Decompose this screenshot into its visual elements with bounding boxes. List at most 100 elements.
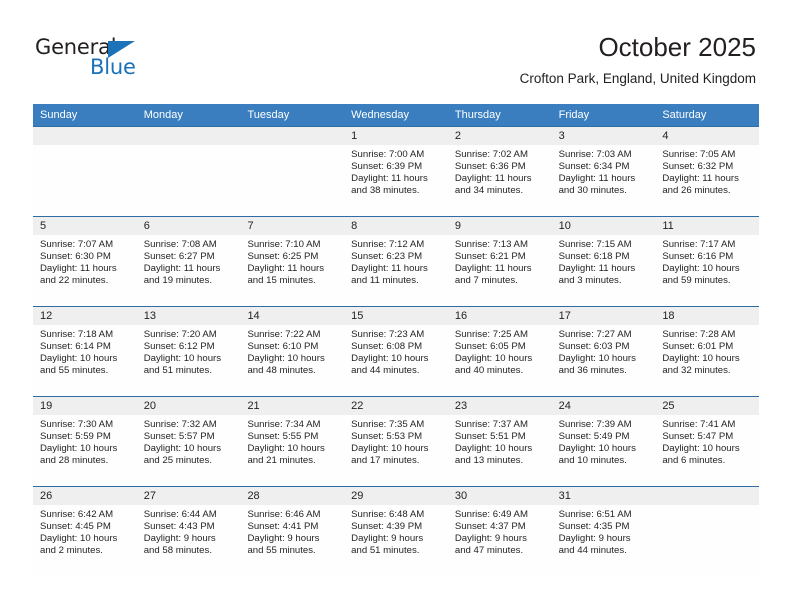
sunrise-text: Sunrise: 7:13 AM xyxy=(454,239,528,250)
sunrise-text: Sunrise: 7:12 AM xyxy=(351,239,425,250)
day-details: Sunrise: 7:18 AM Sunset: 6:14 PM Dayligh… xyxy=(33,325,137,377)
sunset-text: Sunset: 6:39 PM xyxy=(351,160,423,172)
calendar-day-cell[interactable]: 15 Sunrise: 7:23 AM Sunset: 6:08 PM Dayl… xyxy=(344,307,448,396)
daylight-text-line1: Daylight: 10 hours xyxy=(558,442,636,454)
day-number: 14 xyxy=(240,307,345,325)
day-details: Sunrise: 6:46 AM Sunset: 4:41 PM Dayligh… xyxy=(240,505,344,557)
day-details: Sunrise: 7:22 AM Sunset: 6:10 PM Dayligh… xyxy=(240,325,344,377)
calendar-day-cell[interactable]: 30 Sunrise: 6:49 AM Sunset: 4:37 PM Dayl… xyxy=(447,487,552,576)
calendar-day-cell[interactable]: 8 Sunrise: 7:12 AM Sunset: 6:23 PM Dayli… xyxy=(344,217,448,306)
sunset-text: Sunset: 4:43 PM xyxy=(143,520,215,532)
daylight-text-line1: Daylight: 10 hours xyxy=(40,532,118,544)
calendar-day-cell[interactable]: 19 Sunrise: 7:30 AM Sunset: 5:59 PM Dayl… xyxy=(33,397,137,486)
calendar-day-cell[interactable]: 18 Sunrise: 7:28 AM Sunset: 6:01 PM Dayl… xyxy=(655,307,760,396)
sunrise-text: Sunrise: 7:30 AM xyxy=(40,419,114,430)
day-details: Sunrise: 6:44 AM Sunset: 4:43 PM Dayligh… xyxy=(137,505,241,557)
sunrise-text: Sunrise: 7:22 AM xyxy=(247,329,321,340)
daylight-text-line2: and 36 minutes. xyxy=(558,364,627,376)
day-details: Sunrise: 7:17 AM Sunset: 6:16 PM Dayligh… xyxy=(655,235,759,287)
daylight-text-line1: Daylight: 10 hours xyxy=(662,442,740,454)
daylight-text-line1: Daylight: 11 hours xyxy=(662,172,739,184)
general-blue-logo: General Blue xyxy=(35,36,215,84)
weekday-header-thursday: Thursday xyxy=(454,109,501,121)
calendar-day-cell[interactable]: 22 Sunrise: 7:35 AM Sunset: 5:53 PM Dayl… xyxy=(344,397,448,486)
day-number: 9 xyxy=(447,217,552,235)
daylight-text-line2: and 26 minutes. xyxy=(662,184,731,196)
day-details: Sunrise: 7:25 AM Sunset: 6:05 PM Dayligh… xyxy=(448,325,552,377)
calendar-day-cell[interactable]: 5 Sunrise: 7:07 AM Sunset: 6:30 PM Dayli… xyxy=(33,217,137,306)
day-number: 19 xyxy=(33,397,137,415)
sunrise-text: Sunrise: 7:37 AM xyxy=(454,419,528,430)
daylight-text-line2: and 47 minutes. xyxy=(454,544,524,556)
calendar-day-cell[interactable] xyxy=(240,127,345,216)
calendar-day-cell[interactable]: 3 Sunrise: 7:03 AM Sunset: 6:34 PM Dayli… xyxy=(551,127,656,216)
calendar-grid: Sunday Monday Tuesday Wednesday Thursday… xyxy=(33,104,760,576)
calendar-day-cell[interactable]: 10 Sunrise: 7:15 AM Sunset: 6:18 PM Dayl… xyxy=(551,217,656,306)
day-number: 26 xyxy=(33,487,137,505)
calendar-day-cell[interactable]: 11 Sunrise: 7:17 AM Sunset: 6:16 PM Dayl… xyxy=(655,217,760,306)
sunrise-text: Sunrise: 7:25 AM xyxy=(454,329,528,340)
day-number: 11 xyxy=(655,217,760,235)
calendar-day-cell[interactable]: 25 Sunrise: 7:41 AM Sunset: 5:47 PM Dayl… xyxy=(655,397,760,486)
sunset-text: Sunset: 6:18 PM xyxy=(558,250,630,262)
calendar-day-cell[interactable]: 14 Sunrise: 7:22 AM Sunset: 6:10 PM Dayl… xyxy=(240,307,345,396)
calendar-day-cell[interactable]: 31 Sunrise: 6:51 AM Sunset: 4:35 PM Dayl… xyxy=(551,487,656,576)
day-details: Sunrise: 7:15 AM Sunset: 6:18 PM Dayligh… xyxy=(552,235,656,287)
calendar-day-cell[interactable]: 9 Sunrise: 7:13 AM Sunset: 6:21 PM Dayli… xyxy=(447,217,552,306)
sunset-text: Sunset: 5:47 PM xyxy=(662,430,734,442)
sunset-text: Sunset: 6:34 PM xyxy=(558,160,630,172)
daylight-text-line2: and 22 minutes. xyxy=(40,274,109,286)
day-details: Sunrise: 6:49 AM Sunset: 4:37 PM Dayligh… xyxy=(448,505,552,557)
daylight-text-line2: and 2 minutes. xyxy=(40,544,103,556)
calendar-day-cell[interactable]: 7 Sunrise: 7:10 AM Sunset: 6:25 PM Dayli… xyxy=(240,217,345,306)
day-details: Sunrise: 7:28 AM Sunset: 6:01 PM Dayligh… xyxy=(655,325,759,377)
daylight-text-line1: Daylight: 10 hours xyxy=(662,262,740,274)
daylight-text-line2: and 25 minutes. xyxy=(143,454,212,466)
day-number: 27 xyxy=(136,487,241,505)
calendar-day-cell[interactable]: 13 Sunrise: 7:20 AM Sunset: 6:12 PM Dayl… xyxy=(136,307,241,396)
sunset-text: Sunset: 5:57 PM xyxy=(143,430,215,442)
day-number xyxy=(240,127,345,145)
sunrise-text: Sunrise: 7:07 AM xyxy=(40,239,114,250)
sunset-text: Sunset: 6:21 PM xyxy=(454,250,526,262)
calendar-day-cell[interactable] xyxy=(655,487,760,576)
day-number: 4 xyxy=(655,127,760,145)
calendar-day-cell[interactable]: 23 Sunrise: 7:37 AM Sunset: 5:51 PM Dayl… xyxy=(447,397,552,486)
day-number: 28 xyxy=(240,487,345,505)
daylight-text-line2: and 28 minutes. xyxy=(40,454,109,466)
sunrise-text: Sunrise: 6:44 AM xyxy=(143,509,217,520)
day-number: 5 xyxy=(33,217,137,235)
calendar-day-cell[interactable]: 27 Sunrise: 6:44 AM Sunset: 4:43 PM Dayl… xyxy=(136,487,241,576)
sunrise-text: Sunrise: 6:51 AM xyxy=(558,509,632,520)
day-number: 12 xyxy=(33,307,137,325)
day-details: Sunrise: 6:48 AM Sunset: 4:39 PM Dayligh… xyxy=(344,505,448,557)
daylight-text-line2: and 44 minutes. xyxy=(558,544,627,556)
calendar-day-cell[interactable]: 28 Sunrise: 6:46 AM Sunset: 4:41 PM Dayl… xyxy=(240,487,345,576)
daylight-text-line1: Daylight: 10 hours xyxy=(454,442,533,454)
calendar-day-cell[interactable]: 21 Sunrise: 7:34 AM Sunset: 5:55 PM Dayl… xyxy=(240,397,345,486)
calendar-day-cell[interactable] xyxy=(33,127,137,216)
calendar-day-cell[interactable]: 26 Sunrise: 6:42 AM Sunset: 4:45 PM Dayl… xyxy=(33,487,137,576)
weekday-header-sunday: Sunday xyxy=(40,109,78,121)
calendar-day-cell[interactable]: 12 Sunrise: 7:18 AM Sunset: 6:14 PM Dayl… xyxy=(33,307,137,396)
sunrise-text: Sunrise: 7:34 AM xyxy=(247,419,321,430)
calendar-day-cell[interactable]: 6 Sunrise: 7:08 AM Sunset: 6:27 PM Dayli… xyxy=(136,217,241,306)
calendar-day-cell[interactable]: 2 Sunrise: 7:02 AM Sunset: 6:36 PM Dayli… xyxy=(447,127,552,216)
sunset-text: Sunset: 6:12 PM xyxy=(143,340,215,352)
calendar-day-cell[interactable]: 1 Sunrise: 7:00 AM Sunset: 6:39 PM Dayli… xyxy=(344,127,448,216)
sunrise-text: Sunrise: 7:00 AM xyxy=(351,149,425,160)
calendar-day-cell[interactable]: 4 Sunrise: 7:05 AM Sunset: 6:32 PM Dayli… xyxy=(655,127,760,216)
calendar-day-cell[interactable]: 17 Sunrise: 7:27 AM Sunset: 6:03 PM Dayl… xyxy=(551,307,656,396)
daylight-text-line2: and 55 minutes. xyxy=(247,544,316,556)
day-number: 23 xyxy=(447,397,552,415)
calendar-day-cell[interactable] xyxy=(136,127,241,216)
calendar-day-cell[interactable]: 20 Sunrise: 7:32 AM Sunset: 5:57 PM Dayl… xyxy=(136,397,241,486)
daylight-text-line2: and 15 minutes. xyxy=(247,274,316,286)
calendar-day-cell[interactable]: 16 Sunrise: 7:25 AM Sunset: 6:05 PM Dayl… xyxy=(447,307,552,396)
day-details: Sunrise: 7:03 AM Sunset: 6:34 PM Dayligh… xyxy=(552,145,656,197)
day-details: Sunrise: 7:10 AM Sunset: 6:25 PM Dayligh… xyxy=(240,235,344,287)
day-number: 31 xyxy=(551,487,656,505)
calendar-day-cell[interactable]: 29 Sunrise: 6:48 AM Sunset: 4:39 PM Dayl… xyxy=(344,487,448,576)
calendar-day-cell[interactable]: 24 Sunrise: 7:39 AM Sunset: 5:49 PM Dayl… xyxy=(551,397,656,486)
sunset-text: Sunset: 5:53 PM xyxy=(351,430,423,442)
